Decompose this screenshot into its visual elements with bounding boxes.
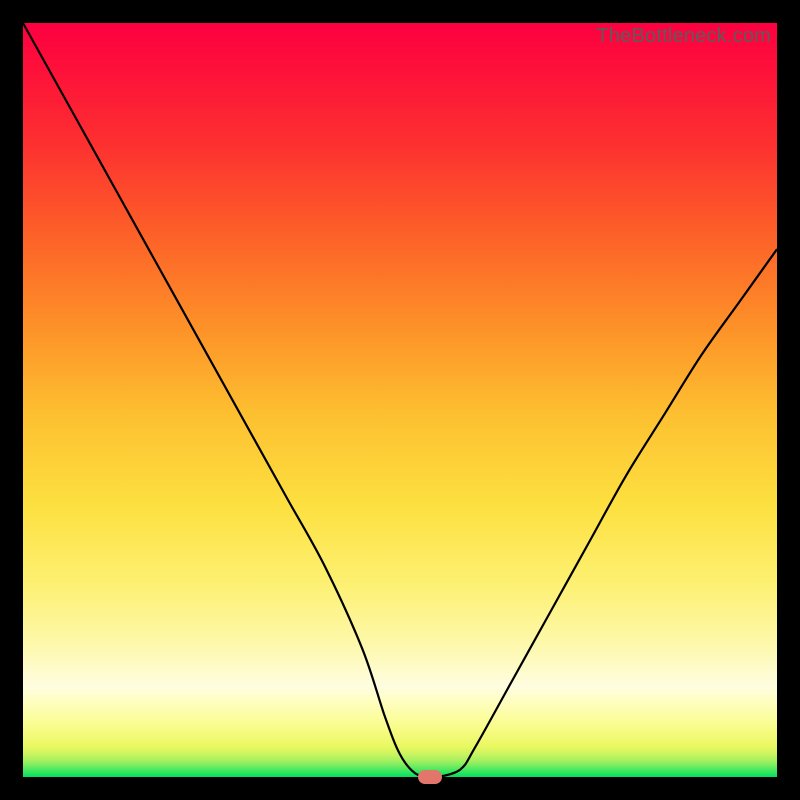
curve-path: [23, 23, 777, 778]
optimal-marker: [418, 770, 442, 784]
chart-frame: TheBottleneck.com: [0, 0, 800, 800]
plot-area: TheBottleneck.com: [23, 23, 777, 777]
bottleneck-curve: [23, 23, 777, 777]
